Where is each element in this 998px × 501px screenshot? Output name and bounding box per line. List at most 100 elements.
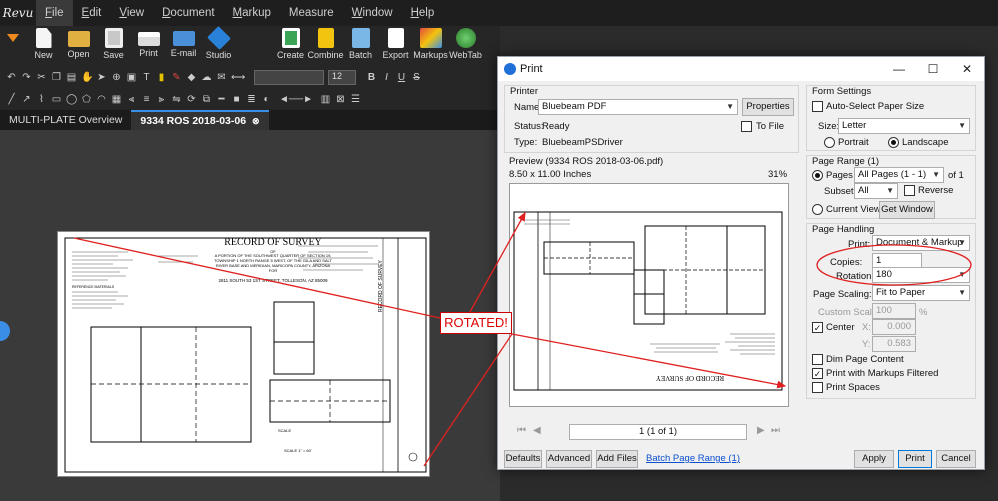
get-window-button[interactable]: Get Window xyxy=(879,201,935,219)
print-markups-filtered-checkbox[interactable]: ✓ xyxy=(812,368,823,379)
menu-edit[interactable]: Edit xyxy=(73,0,111,26)
batch-button[interactable]: Batch xyxy=(343,26,378,60)
dialog-title-bar[interactable]: Print — ☐ ✕ xyxy=(498,57,984,81)
page-scaling-select[interactable]: Fit to Paper ▼ xyxy=(872,285,970,301)
select-icon[interactable]: ➤ xyxy=(96,72,107,83)
print-spaces-checkbox[interactable] xyxy=(812,382,823,393)
tab-multi-plate-overview[interactable]: MULTI-PLATE Overview xyxy=(0,110,131,130)
pages-radio[interactable] xyxy=(812,170,823,181)
y-offset-input[interactable]: 0.583 xyxy=(872,336,916,352)
close-icon[interactable]: ✕ xyxy=(950,57,984,81)
zoom-icon[interactable]: ⊕ xyxy=(111,72,122,83)
combine-button[interactable]: Combine xyxy=(307,26,344,60)
last-page-icon[interactable]: ⏭ xyxy=(771,425,780,436)
to-file-checkbox[interactable] xyxy=(741,121,752,132)
snapshot-icon[interactable]: ▣ xyxy=(126,72,137,83)
pages-select[interactable]: All Pages (1 - 1) ▼ xyxy=(854,167,944,183)
lock-icon[interactable]: ⊠ xyxy=(335,94,346,105)
batch-page-range-link[interactable]: Batch Page Range (1) xyxy=(646,453,740,464)
menu-window[interactable]: Window xyxy=(343,0,402,26)
paste-icon[interactable]: ▤ xyxy=(66,72,77,83)
font-size-select[interactable]: 12 xyxy=(328,69,356,85)
prev-page-icon[interactable]: ◀ xyxy=(533,425,541,436)
dimension-icon[interactable]: ◄──► xyxy=(276,94,316,105)
subset-select[interactable]: All ▼ xyxy=(854,183,898,199)
menu-file[interactable]: File xyxy=(36,0,73,26)
cut-icon[interactable]: ✂ xyxy=(36,72,47,83)
printer-name-select[interactable]: Bluebeam PDF ▼ xyxy=(538,99,738,115)
menu-document[interactable]: Document xyxy=(153,0,223,26)
undo-icon[interactable]: ↶ xyxy=(6,72,17,83)
markups-button[interactable]: Markups xyxy=(413,26,448,60)
advanced-button[interactable]: Advanced xyxy=(546,450,592,468)
polygon-icon[interactable]: ⬠ xyxy=(81,94,92,105)
copy-icon[interactable]: ❐ xyxy=(51,72,62,83)
properties-button[interactable]: Properties xyxy=(742,98,794,116)
callout-icon[interactable]: ✉ xyxy=(216,72,227,83)
portrait-radio[interactable] xyxy=(824,137,835,148)
x-offset-input[interactable]: 0.000 xyxy=(872,319,916,335)
next-page-icon[interactable]: ▶ xyxy=(757,425,765,436)
print-what-select[interactable]: Document & Markup ▼ xyxy=(872,235,970,251)
close-tab-icon[interactable]: ⊗ xyxy=(252,116,260,126)
line-style-icon[interactable]: ━ xyxy=(216,94,227,105)
current-view-radio[interactable] xyxy=(812,204,823,215)
page-counter[interactable]: 1 (1 of 1) xyxy=(569,424,747,440)
add-files-button[interactable]: Add Files xyxy=(596,450,638,468)
new-button[interactable]: New xyxy=(26,26,61,60)
strikethrough-button[interactable]: S xyxy=(411,72,422,83)
flip-icon[interactable]: ⇋ xyxy=(171,94,182,105)
bold-button[interactable]: B xyxy=(366,72,377,83)
custom-scale-input[interactable]: 100 xyxy=(872,303,916,319)
grid-icon[interactable]: ▦ xyxy=(111,94,122,105)
print-confirm-button[interactable]: Print xyxy=(898,450,932,468)
email-button[interactable]: E-mail xyxy=(166,26,201,58)
print-button[interactable]: Print xyxy=(131,26,166,58)
underline-button[interactable]: U xyxy=(396,72,407,83)
first-page-icon[interactable]: ⏮ xyxy=(517,425,526,436)
cancel-button[interactable]: Cancel xyxy=(936,450,976,468)
landscape-radio[interactable] xyxy=(888,137,899,148)
polyline-icon[interactable]: ⌇ xyxy=(36,94,47,105)
pan-icon[interactable]: ✋ xyxy=(81,72,93,83)
align-center-icon[interactable]: ≡ xyxy=(141,94,152,105)
highlight-icon[interactable]: ▮ xyxy=(156,72,167,83)
menu-view[interactable]: View xyxy=(110,0,153,26)
redo-icon[interactable]: ↷ xyxy=(21,72,32,83)
save-button[interactable]: Save xyxy=(96,26,131,60)
arrow-icon[interactable]: ↗ xyxy=(21,94,32,105)
preview-pane[interactable]: RECORD OF SURVEY xyxy=(509,183,789,407)
cloud-icon[interactable]: ☁ xyxy=(201,72,212,83)
rotation-select[interactable]: 180 ▼ xyxy=(872,267,970,283)
line-width-icon[interactable]: ≣ xyxy=(246,94,257,105)
rectangle-icon[interactable]: ▭ xyxy=(51,94,62,105)
text-icon[interactable]: T xyxy=(141,72,152,83)
paper-size-select[interactable]: Letter ▼ xyxy=(838,118,970,134)
arc-icon[interactable]: ◠ xyxy=(96,94,107,105)
group-icon[interactable]: ⧉ xyxy=(201,94,212,105)
stamp-icon[interactable]: ◆ xyxy=(186,72,197,83)
document-page[interactable]: N. 51ST AVENUE SCALE RECORD OF SURVEY OF… xyxy=(57,231,430,477)
quick-menu-icon[interactable] xyxy=(0,26,26,42)
export-button[interactable]: Export xyxy=(378,26,413,60)
tab-9334-ros[interactable]: 9334 ROS 2018-03-06 ⊗ xyxy=(131,110,269,130)
font-family-select[interactable] xyxy=(254,69,324,85)
properties-icon[interactable]: ☰ xyxy=(350,94,361,105)
maximize-icon[interactable]: ☐ xyxy=(916,57,950,81)
opacity-icon[interactable]: ◐ xyxy=(261,94,272,105)
rotate-icon[interactable]: ⟳ xyxy=(186,94,197,105)
italic-button[interactable]: I xyxy=(381,72,392,83)
defaults-button[interactable]: Defaults xyxy=(504,450,542,468)
align-left-icon[interactable]: ⫷ xyxy=(126,94,137,105)
minimize-icon[interactable]: — xyxy=(882,57,916,81)
line-icon[interactable]: ╱ xyxy=(6,94,17,105)
auto-select-paper-checkbox[interactable] xyxy=(812,101,823,112)
menu-measure[interactable]: Measure xyxy=(280,0,343,26)
apply-button[interactable]: Apply xyxy=(854,450,894,468)
align-right-icon[interactable]: ⫸ xyxy=(156,94,167,105)
create-button[interactable]: Create xyxy=(273,26,308,60)
webtab-button[interactable]: WebTab xyxy=(448,26,483,60)
open-button[interactable]: Open xyxy=(61,26,96,59)
dim-page-content-checkbox[interactable] xyxy=(812,354,823,365)
menu-markup[interactable]: Markup xyxy=(224,0,280,26)
